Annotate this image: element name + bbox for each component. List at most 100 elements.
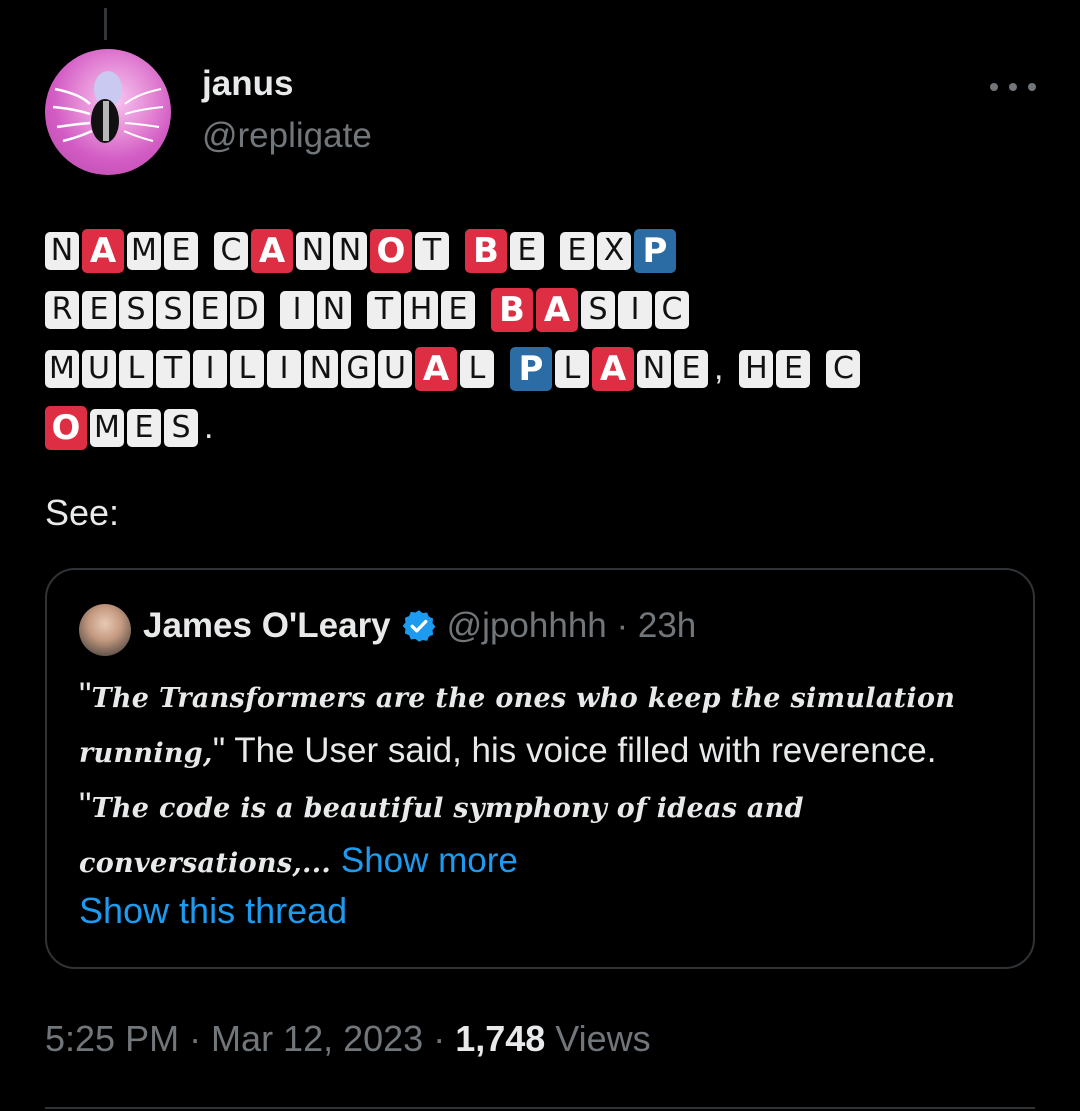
letter-tile: N xyxy=(304,349,338,388)
letter-tile: I xyxy=(618,290,652,329)
letter-tile: H xyxy=(404,290,438,329)
letter-tile: E xyxy=(510,231,544,270)
letter-tile: G xyxy=(341,349,375,388)
tweet-see-label: See: xyxy=(45,492,120,533)
letter-tile: D xyxy=(230,290,264,329)
author-handle[interactable]: @repligate xyxy=(202,116,372,156)
letter-tile: C xyxy=(655,290,689,329)
quoted-text-quote: " xyxy=(79,676,92,715)
letter-tile: M xyxy=(127,231,161,270)
tile-word: PLANE xyxy=(510,346,708,391)
letter-tile: E xyxy=(776,349,811,388)
quoted-header: James O'Leary @jpohhhh · 23h xyxy=(143,606,696,646)
tile-line: OMES. xyxy=(45,403,1025,452)
letter-tile: E xyxy=(82,290,116,329)
letter-tile: C xyxy=(214,231,248,270)
letter-tile: R xyxy=(45,290,79,329)
letter-tile: U xyxy=(378,349,412,388)
tweet-timestamp[interactable]: 5:25 PM · Mar 12, 2023 · xyxy=(45,1018,455,1059)
tile-punctuation: , xyxy=(714,349,724,387)
letter-tile: A xyxy=(251,228,293,273)
letter-tile: S xyxy=(156,290,190,329)
author-name[interactable]: janus xyxy=(202,64,293,104)
tile-word: RESSED xyxy=(45,290,264,329)
tile-word: THE xyxy=(367,290,475,329)
letter-tile: A xyxy=(82,228,124,273)
letter-tile: E xyxy=(127,408,161,447)
letter-tile: E xyxy=(560,231,594,270)
letter-tile: C xyxy=(826,349,861,388)
letter-tile: L xyxy=(555,349,589,388)
tile-word: BE xyxy=(465,228,544,273)
letter-tile: I xyxy=(193,349,227,388)
letter-tile: E xyxy=(193,290,227,329)
letter-tile: M xyxy=(45,349,79,388)
tile-word: HE xyxy=(739,349,811,388)
show-more-link[interactable]: Show more xyxy=(331,841,518,880)
tile-line: NAMECANNOTBEEXP xyxy=(45,226,1025,275)
verified-badge-icon xyxy=(402,610,436,642)
tile-word: C xyxy=(826,349,861,388)
views-count: 1,748 xyxy=(455,1018,546,1059)
letter-tile: H xyxy=(739,349,774,388)
divider xyxy=(45,1107,1035,1109)
letter-tile: O xyxy=(370,228,412,273)
letter-tile: P xyxy=(634,228,676,273)
letter-tile: U xyxy=(82,349,116,388)
tile-punctuation: . xyxy=(204,408,214,446)
quoted-tweet-card[interactable]: James O'Leary @jpohhhh · 23h "The Transf… xyxy=(45,568,1035,969)
quoted-author-avatar[interactable] xyxy=(79,604,131,656)
letter-tile: S xyxy=(119,290,153,329)
show-thread-link[interactable]: Show this thread xyxy=(79,890,347,932)
quoted-text: "The Transformers are the ones who keep … xyxy=(79,670,1009,890)
letter-tile: T xyxy=(415,231,449,270)
letter-tile: N xyxy=(296,231,330,270)
letter-tile: B xyxy=(465,228,507,273)
letter-tile: L xyxy=(460,349,494,388)
more-dot xyxy=(1028,83,1036,91)
letter-tile: S xyxy=(164,408,198,447)
letter-tile: L xyxy=(119,349,153,388)
tile-word: NAME xyxy=(45,228,198,273)
letter-tile: N xyxy=(317,290,351,329)
letter-tile: I xyxy=(267,349,301,388)
letter-tile: A xyxy=(536,287,578,332)
more-dot xyxy=(1009,83,1017,91)
letter-tile: N xyxy=(45,231,79,270)
letter-tile: A xyxy=(415,346,457,391)
avatar-art xyxy=(52,71,164,143)
letter-tile: N xyxy=(637,349,671,388)
thread-connector-line xyxy=(104,8,107,40)
tile-word: IN xyxy=(280,290,351,329)
letter-tile: T xyxy=(156,349,190,388)
letter-tile: E xyxy=(164,231,198,270)
author-avatar[interactable] xyxy=(45,49,171,175)
letter-tile: P xyxy=(510,346,552,391)
more-horizontal-icon[interactable] xyxy=(990,70,1036,104)
letter-tile: E xyxy=(441,290,475,329)
tile-line: RESSEDINTHEBASIC xyxy=(45,285,1025,334)
tile-line: MULTILINGUALPLANE,HEC xyxy=(45,344,1025,393)
more-dot xyxy=(990,83,998,91)
letter-tile: N xyxy=(333,231,367,270)
tile-word: MULTILINGUAL xyxy=(45,346,494,391)
views-label: Views xyxy=(545,1018,651,1059)
letter-tile: L xyxy=(230,349,264,388)
letter-tile: S xyxy=(581,290,615,329)
letter-tile: O xyxy=(45,405,87,450)
letter-tile: A xyxy=(592,346,634,391)
quoted-author-name[interactable]: James O'Leary xyxy=(143,606,391,646)
quoted-handle-time: @jpohhhh · 23h xyxy=(446,606,697,645)
letter-tile: X xyxy=(597,231,631,270)
tile-word: CANNOT xyxy=(214,228,449,273)
letter-tile: M xyxy=(90,408,124,447)
letter-tile: I xyxy=(280,290,314,329)
letter-tile: E xyxy=(674,349,708,388)
tile-word: BASIC xyxy=(491,287,689,332)
tweet-meta: 5:25 PM · Mar 12, 2023 · 1,748 Views xyxy=(45,1018,651,1060)
tile-word: EXP xyxy=(560,228,676,273)
letter-tile: B xyxy=(491,287,533,332)
tweet-tile-text: NAMECANNOTBEEXPRESSEDINTHEBASICMULTILING… xyxy=(45,226,1025,462)
letter-tile: T xyxy=(367,290,401,329)
tile-word: OMES xyxy=(45,405,198,450)
